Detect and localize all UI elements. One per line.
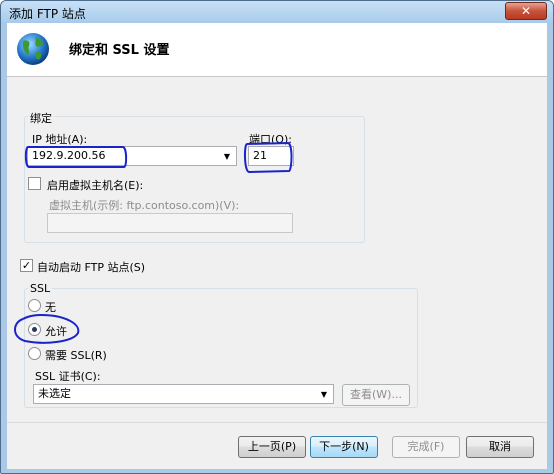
enable-virtual-host-checkbox[interactable] [28, 177, 41, 190]
auto-start-checkbox[interactable]: ✓ [20, 259, 33, 272]
ssl-cert-value: 未选定 [38, 387, 71, 400]
chevron-down-icon[interactable]: ▼ [221, 151, 233, 163]
ssl-none-radio[interactable] [28, 299, 41, 312]
virtual-host-label: 虚拟主机(示例: ftp.contoso.com)(V): [49, 199, 240, 212]
port-input[interactable]: 21 [248, 146, 294, 166]
cancel-button[interactable]: 取消 [466, 436, 534, 458]
title-bar[interactable]: 添加 FTP 站点 ✕ [1, 1, 553, 23]
close-button[interactable]: ✕ [505, 2, 547, 20]
next-button[interactable]: 下一步(N) [310, 436, 378, 458]
binding-group-label: 绑定 [28, 110, 54, 126]
footer-divider [7, 422, 547, 423]
globe-icon [17, 33, 49, 65]
ssl-allow-radio[interactable] [28, 323, 41, 336]
virtual-host-input[interactable] [47, 213, 293, 233]
finish-button[interactable]: 完成(F) [392, 436, 460, 458]
window-title: 添加 FTP 站点 [9, 7, 86, 21]
ssl-allow-label[interactable]: 允许 [45, 323, 67, 339]
ip-address-value: 192.9.200.56 [32, 149, 106, 162]
ssl-require-radio[interactable] [28, 347, 41, 360]
wizard-header: 绑定和 SSL 设置 [7, 23, 547, 77]
enable-virtual-host-label[interactable]: 启用虚拟主机名(E): [47, 177, 143, 193]
auto-start-label[interactable]: 自动启动 FTP 站点(S) [37, 259, 145, 275]
radio-selected-dot [32, 327, 37, 332]
ssl-cert-label: SSL 证书(C): [35, 370, 101, 383]
ip-address-combobox[interactable]: 192.9.200.56 ▼ [27, 146, 237, 166]
ssl-require-label[interactable]: 需要 SSL(R) [45, 347, 107, 363]
ssl-group-label: SSL [28, 282, 53, 295]
ip-address-label: IP 地址(A): [32, 133, 88, 146]
ssl-cert-combobox[interactable]: 未选定 ▼ [33, 384, 334, 404]
ssl-none-label[interactable]: 无 [45, 299, 56, 315]
prev-button[interactable]: 上一页(P) [238, 436, 306, 458]
view-cert-button[interactable]: 查看(W)... [342, 384, 410, 406]
chevron-down-icon[interactable]: ▼ [318, 389, 330, 401]
close-icon: ✕ [520, 4, 532, 18]
dialog-content: 绑定和 SSL 设置 绑定 IP 地址(A): 192.9.200.56 ▼ 端… [7, 23, 547, 469]
port-label: 端口(O): [249, 133, 292, 146]
add-ftp-site-dialog: 添加 FTP 站点 ✕ 绑定和 SSL 设置 绑定 IP 地址(A): 192.… [0, 0, 554, 474]
page-title: 绑定和 SSL 设置 [69, 43, 170, 58]
